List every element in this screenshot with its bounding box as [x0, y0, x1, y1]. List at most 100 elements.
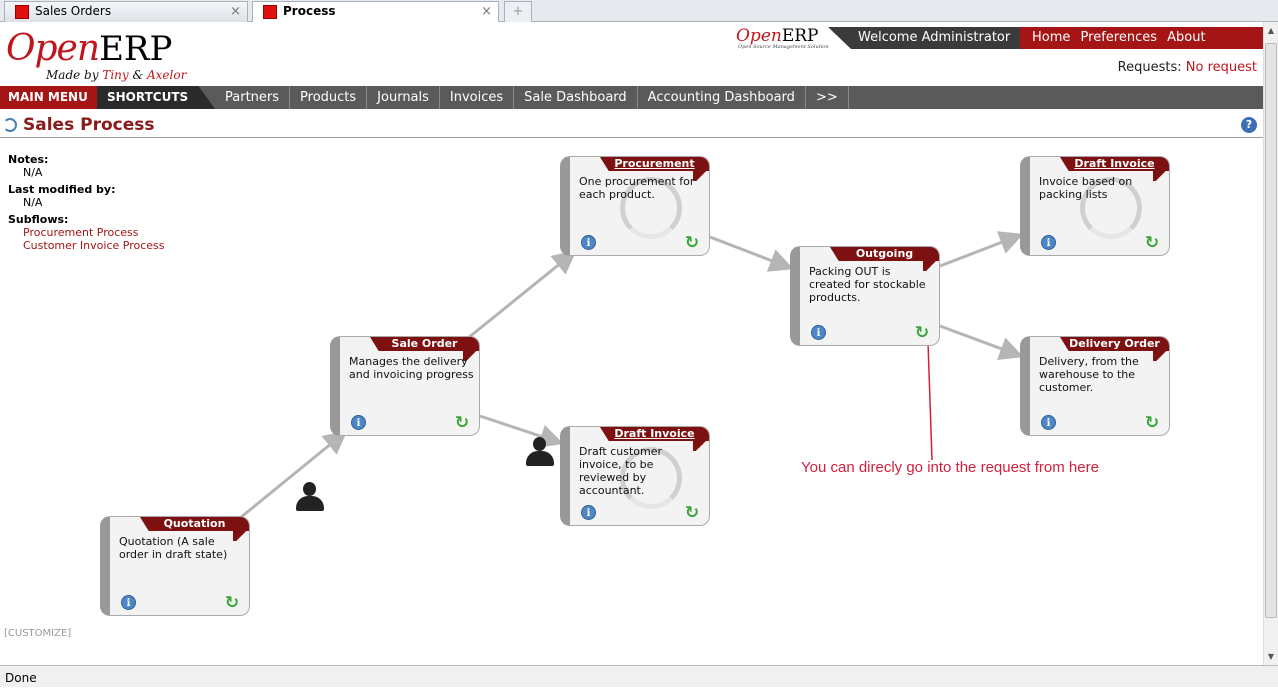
close-icon[interactable]: ×	[481, 2, 492, 21]
mini-logo-subtitle: Open Source Management Solution	[738, 44, 829, 50]
node-description: Draft customer invoice, to be reviewed b…	[579, 445, 663, 497]
menu-bar: MAIN MENU SHORTCUTS Partners Products Jo…	[0, 86, 1263, 109]
logo-erp-text: ERP	[99, 29, 173, 69]
logout-link[interactable]: Logout	[1032, 52, 1077, 67]
person-icon	[525, 437, 555, 467]
scroll-up-icon[interactable]: ▲	[1266, 26, 1276, 35]
node-title: Outgoing	[830, 247, 939, 261]
app-header: OpenERP Made by Tiny & Axelor OpenERP Op…	[0, 22, 1263, 86]
node-description: Invoice based on packing lists	[1039, 175, 1133, 201]
node-title: Sale Order	[370, 337, 479, 351]
subflows-label: Subflows:	[8, 213, 69, 226]
status-bar: Done	[0, 665, 1278, 687]
welcome-text: Welcome Administrator	[828, 27, 1020, 49]
flow-procurement-to-outgoing	[709, 235, 794, 272]
node-title-link[interactable]: Draft Invoice	[600, 427, 709, 441]
node-title-link[interactable]: Procurement	[600, 157, 709, 171]
modified-label: Last modified by:	[8, 183, 116, 196]
shortcut-partners[interactable]: Partners	[215, 86, 291, 109]
node-procurement[interactable]: Procurement One procurement for each pro…	[560, 156, 710, 256]
page-title-bar: Sales Process ?	[0, 109, 1263, 138]
enter-arrow-icon[interactable]: ↻	[913, 324, 931, 342]
enter-arrow-icon[interactable]: ↻	[223, 594, 241, 612]
shortcut-products[interactable]: Products	[290, 86, 368, 109]
process-info: Notes: N/A Last modified by: N/A Subflow…	[8, 153, 164, 252]
person-icon	[295, 482, 325, 512]
mini-logo: OpenERP Open Source Management Solution	[736, 26, 829, 50]
scroll-down-icon[interactable]: ▼	[1266, 652, 1276, 661]
enter-arrow-icon[interactable]: ↻	[1143, 234, 1161, 252]
enter-arrow-icon[interactable]: ↻	[1143, 414, 1161, 432]
scroll-thumb[interactable]	[1265, 43, 1277, 618]
subflow-link-procurement[interactable]: Procurement Process	[8, 226, 164, 239]
favicon-icon	[15, 5, 29, 19]
shortcuts-label[interactable]: SHORTCUTS	[97, 86, 215, 109]
node-draft-invoice-packing[interactable]: Draft Invoice Invoice based on packing l…	[1020, 156, 1170, 256]
new-tab-button[interactable]: +	[504, 1, 532, 22]
main-menu-button[interactable]: MAIN MENU	[0, 86, 97, 109]
flow-quotation-to-sale-order	[239, 430, 348, 520]
enter-arrow-icon[interactable]: ↻	[683, 234, 701, 252]
modified-value: N/A	[23, 196, 43, 209]
node-description: Manages the delivery and invoicing progr…	[349, 355, 474, 381]
shortcut-links: Partners Products Journals Invoices Sale…	[215, 86, 849, 109]
help-icon[interactable]: ?	[1241, 117, 1257, 133]
node-title-link[interactable]: Draft Invoice	[1060, 157, 1169, 171]
browser-tab-process[interactable]: Process ×	[252, 1, 499, 23]
notes-label: Notes:	[8, 153, 49, 166]
info-icon[interactable]: i	[581, 505, 596, 520]
info-icon[interactable]: i	[121, 595, 136, 610]
logo-open-text: Open	[6, 28, 100, 69]
node-outgoing[interactable]: Outgoing Packing OUT is created for stoc…	[790, 246, 940, 346]
notes-value: N/A	[23, 166, 43, 179]
annotation-text: You can direcly go into the request from…	[801, 459, 1099, 476]
status-text: Done	[5, 671, 37, 685]
node-delivery-order[interactable]: Delivery Order Delivery, from the wareho…	[1020, 336, 1170, 436]
flow-outgoing-to-draft-invoice	[939, 231, 1024, 268]
tab-label: Sales Orders	[35, 4, 112, 18]
info-icon[interactable]: i	[811, 325, 826, 340]
top-links: Home Preferences About Logout	[1020, 27, 1263, 67]
node-description: One procurement for each product.	[579, 175, 695, 201]
info-icon[interactable]: i	[351, 415, 366, 430]
node-description: Quotation (A sale order in draft state)	[119, 535, 228, 561]
openerp-logo[interactable]: OpenERP Made by Tiny & Axelor	[6, 28, 186, 82]
shortcut-accounting-dashboard[interactable]: Accounting Dashboard	[638, 86, 806, 109]
page-title: Sales Process	[23, 115, 155, 135]
annotation-pointer	[927, 341, 933, 461]
subflow-link-customer-invoice[interactable]: Customer Invoice Process	[8, 239, 164, 252]
node-description: Packing OUT is created for stockable pro…	[809, 265, 926, 304]
favicon-icon	[263, 5, 277, 19]
requests-indicator: Requests: No request	[1118, 60, 1257, 75]
customize-link[interactable]: [CUSTOMIZE]	[4, 628, 71, 639]
shortcut-sale-dashboard[interactable]: Sale Dashboard	[514, 86, 638, 109]
node-title: Quotation	[140, 517, 249, 531]
enter-arrow-icon[interactable]: ↻	[683, 504, 701, 522]
node-quotation[interactable]: Quotation Quotation (A sale order in dra…	[100, 516, 250, 616]
info-icon[interactable]: i	[1041, 235, 1056, 250]
node-draft-invoice-customer[interactable]: Draft Invoice Draft customer invoice, to…	[560, 426, 710, 526]
close-icon[interactable]: ×	[230, 2, 241, 21]
browser-tab-strip: Sales Orders × Process × +	[0, 0, 1278, 23]
browser-tab-sales-orders[interactable]: Sales Orders ×	[4, 1, 248, 22]
shortcut-journals[interactable]: Journals	[367, 86, 440, 109]
shortcut-more[interactable]: >>	[806, 86, 849, 109]
node-description: Delivery, from the warehouse to the cust…	[1039, 355, 1139, 394]
flow-outgoing-to-delivery-order	[939, 324, 1024, 360]
about-link[interactable]: About	[1167, 30, 1205, 45]
node-sale-order[interactable]: Sale Order Manages the delivery and invo…	[330, 336, 480, 436]
home-link[interactable]: Home	[1032, 30, 1070, 45]
shortcut-invoices[interactable]: Invoices	[440, 86, 515, 109]
tab-label: Process	[283, 4, 336, 18]
requests-link[interactable]: No request	[1186, 60, 1257, 75]
enter-arrow-icon[interactable]: ↻	[453, 414, 471, 432]
node-title: Delivery Order	[1060, 337, 1169, 351]
flow-sale-order-to-procurement	[467, 250, 577, 340]
info-icon[interactable]: i	[1041, 415, 1056, 430]
reload-icon[interactable]	[3, 118, 17, 132]
preferences-link[interactable]: Preferences	[1081, 30, 1157, 45]
requests-label: Requests:	[1117, 60, 1182, 75]
info-icon[interactable]: i	[581, 235, 596, 250]
vertical-scrollbar[interactable]: ▲ ▼	[1263, 22, 1278, 665]
logo-tagline: Made by Tiny & Axelor	[46, 68, 187, 82]
